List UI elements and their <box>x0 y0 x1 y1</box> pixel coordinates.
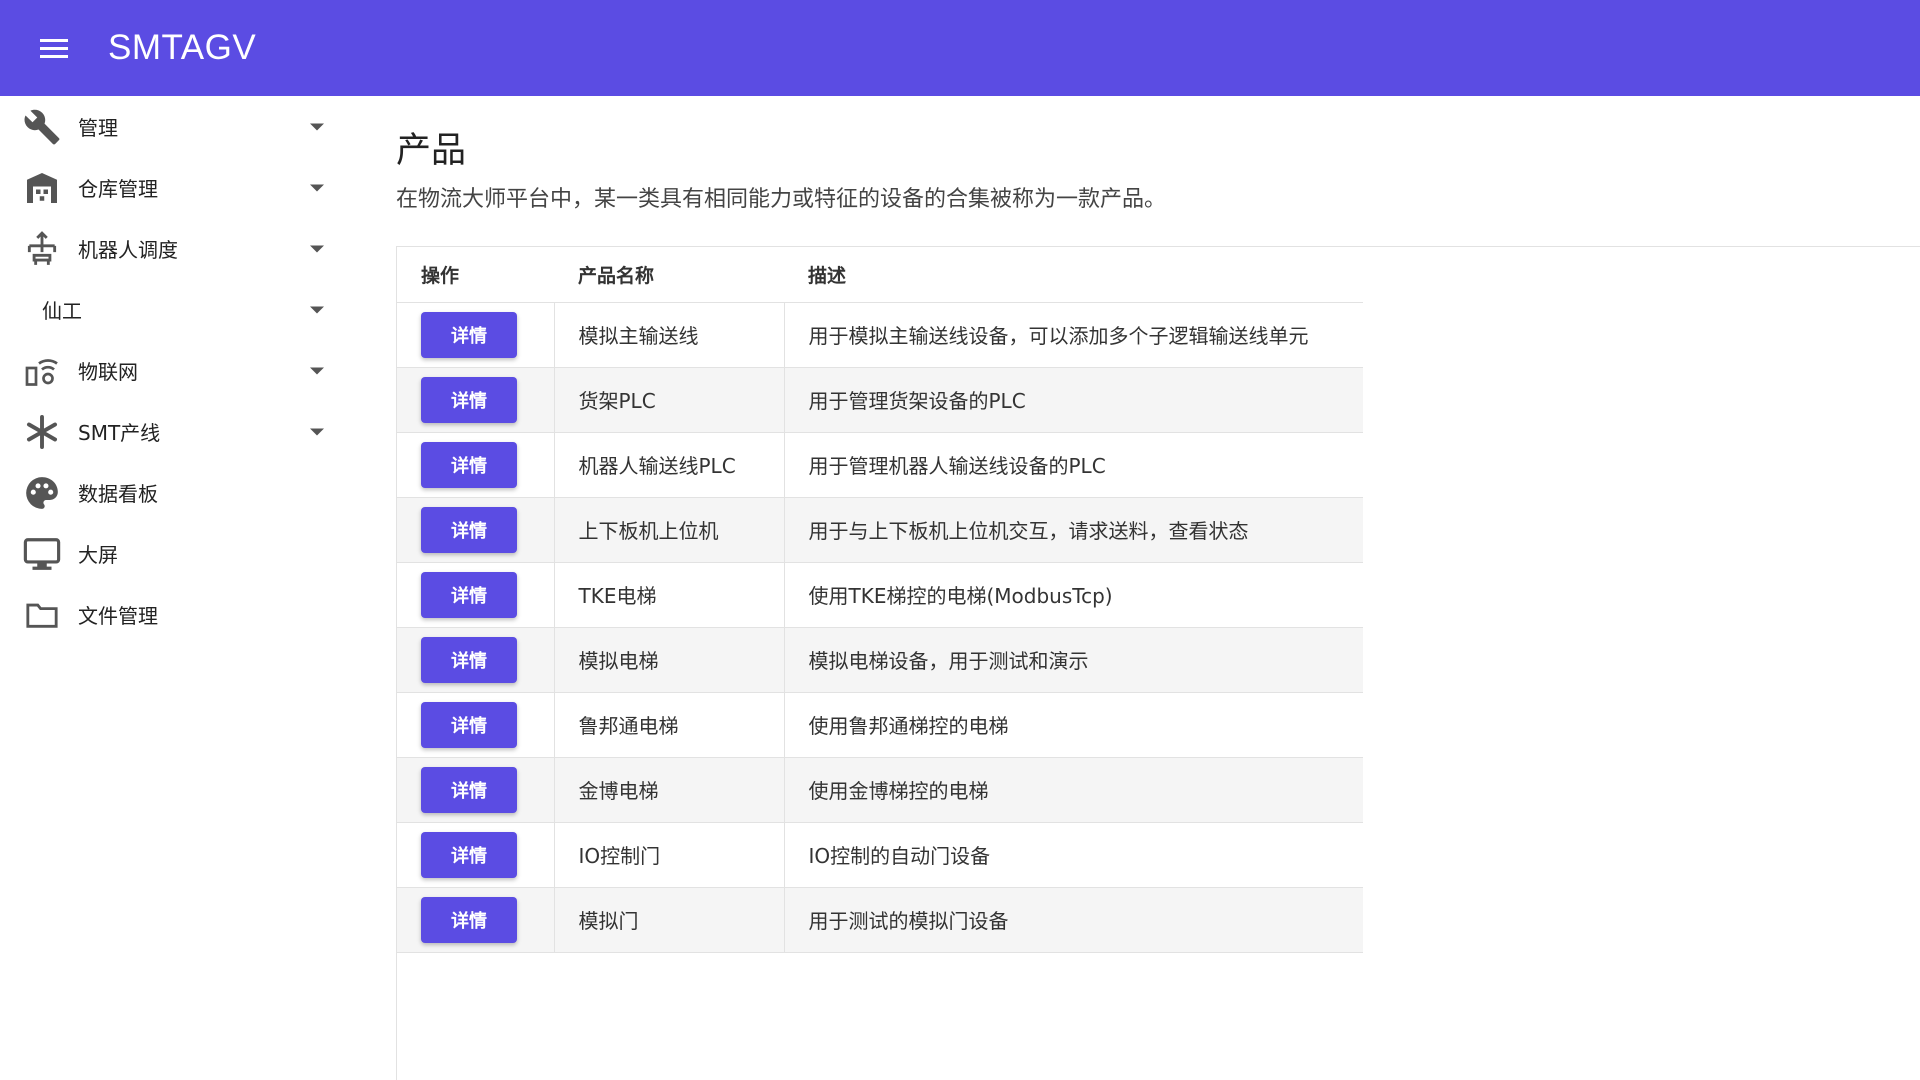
caret-down-icon <box>310 428 324 435</box>
table-row: 详情 模拟电梯 模拟电梯设备，用于测试和演示 <box>397 627 1363 693</box>
sidebar: 管理 仓库管理 机器人调度 仙工 物联网 SMT产线 数据看板 大屏 文件管理 <box>0 96 346 1080</box>
sidebar-item-smt-line[interactable]: SMT产线 <box>0 401 346 462</box>
product-name-cell: 金博电梯 <box>553 757 784 823</box>
caret-down-icon <box>310 306 324 313</box>
folder-icon <box>22 595 62 635</box>
sidebar-item-warehouse[interactable]: 仓库管理 <box>0 157 346 218</box>
caret-down-icon <box>310 184 324 191</box>
detail-button[interactable]: 详情 <box>421 376 517 423</box>
product-table: 操作 产品名称 描述 详情 模拟主输送线 用于模拟主输送线设备，可以添加多个子逻… <box>397 247 1363 953</box>
product-description-cell: 使用TKE梯控的电梯(ModbusTcp) <box>783 562 1363 628</box>
sidebar-item-label: 管理 <box>78 116 118 140</box>
caret-down-icon <box>310 245 324 252</box>
product-name-cell: 上下板机上位机 <box>553 497 784 563</box>
product-description-cell: 用于管理货架设备的PLC <box>783 367 1363 433</box>
monitor-icon <box>22 534 62 574</box>
wrench-icon <box>22 107 62 147</box>
product-name-cell: 鲁邦通电梯 <box>553 692 784 758</box>
sidebar-item-management[interactable]: 管理 <box>0 96 346 157</box>
table-row: 详情 模拟门 用于测试的模拟门设备 <box>397 887 1363 953</box>
sidebar-item-label: 大屏 <box>78 543 118 567</box>
table-row: 详情 IO控制门 IO控制的自动门设备 <box>397 822 1363 888</box>
iot-icon <box>22 351 62 391</box>
sidebar-item-label: 文件管理 <box>78 604 158 628</box>
detail-button[interactable]: 详情 <box>421 506 517 553</box>
sidebar-item-label: 数据看板 <box>78 482 158 506</box>
menu-button[interactable] <box>0 0 108 96</box>
product-description-cell: 用于与上下板机上位机交互，请求送料，查看状态 <box>783 497 1363 563</box>
product-description-cell: 使用金博梯控的电梯 <box>783 757 1363 823</box>
column-header-product-name: 产品名称 <box>554 247 784 303</box>
table-row: 详情 模拟主输送线 用于模拟主输送线设备，可以添加多个子逻辑输送线单元 <box>397 302 1363 368</box>
sidebar-item-label: 仓库管理 <box>78 177 158 201</box>
product-description-cell: IO控制的自动门设备 <box>783 822 1363 888</box>
palette-icon <box>22 473 62 513</box>
robot-dispatch-icon <box>22 229 62 269</box>
product-description-cell: 用于模拟主输送线设备，可以添加多个子逻辑输送线单元 <box>783 302 1363 368</box>
product-name-cell: 机器人输送线PLC <box>553 432 784 498</box>
asterisk-icon <box>22 412 62 452</box>
detail-button[interactable]: 详情 <box>421 831 517 878</box>
warehouse-icon <box>22 168 62 208</box>
product-name-cell: 模拟电梯 <box>553 627 784 693</box>
product-name-cell: 模拟门 <box>553 887 784 953</box>
detail-button[interactable]: 详情 <box>421 441 517 488</box>
column-header-description: 描述 <box>784 247 1363 303</box>
sidebar-item-label: SMT产线 <box>78 421 161 445</box>
table-header-row: 操作 产品名称 描述 <box>397 247 1363 303</box>
page-title: 产品 <box>396 131 467 171</box>
sidebar-item-label: 物联网 <box>78 360 138 384</box>
sidebar-item-label: 仙工 <box>42 299 82 323</box>
caret-down-icon <box>310 123 324 130</box>
product-name-cell: TKE电梯 <box>553 562 784 628</box>
sidebar-item-file-management[interactable]: 文件管理 <box>0 584 346 645</box>
table-row: 详情 货架PLC 用于管理货架设备的PLC <box>397 367 1363 433</box>
product-description-cell: 用于管理机器人输送线设备的PLC <box>783 432 1363 498</box>
sidebar-item-dashboard[interactable]: 数据看板 <box>0 462 346 523</box>
detail-button[interactable]: 详情 <box>421 701 517 748</box>
detail-button[interactable]: 详情 <box>421 766 517 813</box>
table-row: 详情 上下板机上位机 用于与上下板机上位机交互，请求送料，查看状态 <box>397 497 1363 563</box>
page-description: 在物流大师平台中，某一类具有相同能力或特征的设备的合集被称为一款产品。 <box>396 187 1167 212</box>
table-row: 详情 鲁邦通电梯 使用鲁邦通梯控的电梯 <box>397 692 1363 758</box>
table-row: 详情 机器人输送线PLC 用于管理机器人输送线设备的PLC <box>397 432 1363 498</box>
caret-down-icon <box>310 367 324 374</box>
product-table-card: 操作 产品名称 描述 详情 模拟主输送线 用于模拟主输送线设备，可以添加多个子逻… <box>396 246 1920 1080</box>
product-description-cell: 用于测试的模拟门设备 <box>783 887 1363 953</box>
product-name-cell: 货架PLC <box>553 367 784 433</box>
app-title: SMTAGV <box>108 28 257 67</box>
detail-button[interactable]: 详情 <box>421 896 517 943</box>
sidebar-item-robot-dispatch[interactable]: 机器人调度 <box>0 218 346 279</box>
detail-button[interactable]: 详情 <box>421 571 517 618</box>
hamburger-icon <box>40 39 68 58</box>
column-header-actions: 操作 <box>397 247 554 303</box>
product-description-cell: 模拟电梯设备，用于测试和演示 <box>783 627 1363 693</box>
sidebar-item-label: 机器人调度 <box>78 238 178 262</box>
table-row: 详情 金博电梯 使用金博梯控的电梯 <box>397 757 1363 823</box>
product-name-cell: 模拟主输送线 <box>553 302 784 368</box>
app-bar: SMTAGV <box>0 0 1920 96</box>
sidebar-item-big-screen[interactable]: 大屏 <box>0 523 346 584</box>
detail-button[interactable]: 详情 <box>421 636 517 683</box>
sidebar-item-xiangong[interactable]: 仙工 <box>0 279 346 340</box>
product-description-cell: 使用鲁邦通梯控的电梯 <box>783 692 1363 758</box>
sidebar-item-iot[interactable]: 物联网 <box>0 340 346 401</box>
product-name-cell: IO控制门 <box>553 822 784 888</box>
detail-button[interactable]: 详情 <box>421 311 517 358</box>
table-row: 详情 TKE电梯 使用TKE梯控的电梯(ModbusTcp) <box>397 562 1363 628</box>
